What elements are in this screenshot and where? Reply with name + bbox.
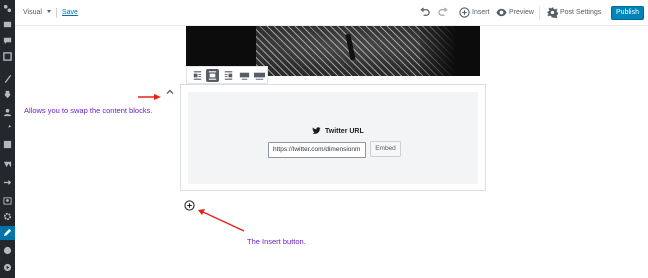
gear-icon[interactable] (547, 7, 558, 18)
posts-icon[interactable] (3, 20, 12, 29)
twitter-embed-block[interactable]: Twitter URL https://twitter.com/dimensio… (180, 84, 486, 191)
dashboard-icon[interactable] (3, 4, 12, 13)
plus-circle-icon[interactable] (459, 7, 470, 18)
undo-icon[interactable] (419, 7, 430, 18)
swap-annotation: Allows you to swap the content blocks. (24, 106, 153, 115)
embed-button[interactable]: Embed (370, 141, 401, 157)
insert-button[interactable]: Insert (472, 8, 490, 18)
insert-annotation: The Insert button. (247, 237, 306, 246)
align-right-icon[interactable] (222, 69, 235, 82)
arrow-icon[interactable] (3, 178, 12, 187)
appearance-icon[interactable] (3, 74, 12, 83)
settings-square-icon[interactable] (3, 140, 12, 149)
save-link[interactable]: Save (62, 8, 78, 18)
twitter-bird-icon (312, 126, 321, 135)
redo-icon[interactable] (438, 7, 449, 18)
play-circle-icon[interactable] (3, 263, 12, 272)
embed-url-input[interactable]: https://twitter.com/dimensionm (268, 142, 366, 158)
swap-arrow (138, 94, 161, 100)
editor-toolbar: Visual Save Insert Preview Post Settings… (15, 0, 648, 26)
plugins-icon[interactable] (3, 90, 12, 99)
editor-screen: Visual Save Insert Preview Post Settings… (0, 0, 648, 278)
comments-icon[interactable] (3, 36, 12, 45)
pencil-icon[interactable] (3, 228, 12, 237)
profile-icon[interactable] (3, 196, 12, 205)
plus-circle-icon[interactable] (184, 200, 195, 211)
editor-mode-select[interactable]: Visual (23, 8, 42, 18)
circle-arrow-icon[interactable] (3, 246, 12, 255)
align-wide-icon[interactable] (238, 69, 251, 82)
microphone (345, 33, 356, 61)
embed-placeholder: Twitter URL https://twitter.com/dimensio… (188, 92, 478, 184)
admin-sidebar (0, 0, 15, 278)
align-full-icon[interactable] (253, 69, 266, 82)
insert-arrow (198, 209, 245, 232)
preview-button[interactable]: Preview (509, 8, 534, 18)
chevron-up-icon[interactable] (165, 87, 175, 97)
embed-title: Twitter URL (325, 128, 364, 135)
gear-icon[interactable] (3, 212, 12, 221)
block-alignment-toolbar (186, 66, 268, 84)
align-center-icon[interactable] (206, 69, 219, 82)
eye-icon[interactable] (496, 7, 507, 18)
pages-icon[interactable] (3, 52, 12, 61)
media-icon[interactable] (3, 160, 12, 169)
post-settings-button[interactable]: Post Settings (560, 8, 601, 18)
tools-icon[interactable] (3, 124, 12, 133)
chevron-down-icon[interactable] (47, 10, 51, 13)
toolbar-divider (539, 6, 540, 20)
align-left-icon[interactable] (191, 69, 204, 82)
publish-button[interactable]: Publish (611, 6, 644, 20)
toolbar-separator (56, 8, 57, 18)
users-icon[interactable] (3, 108, 12, 117)
